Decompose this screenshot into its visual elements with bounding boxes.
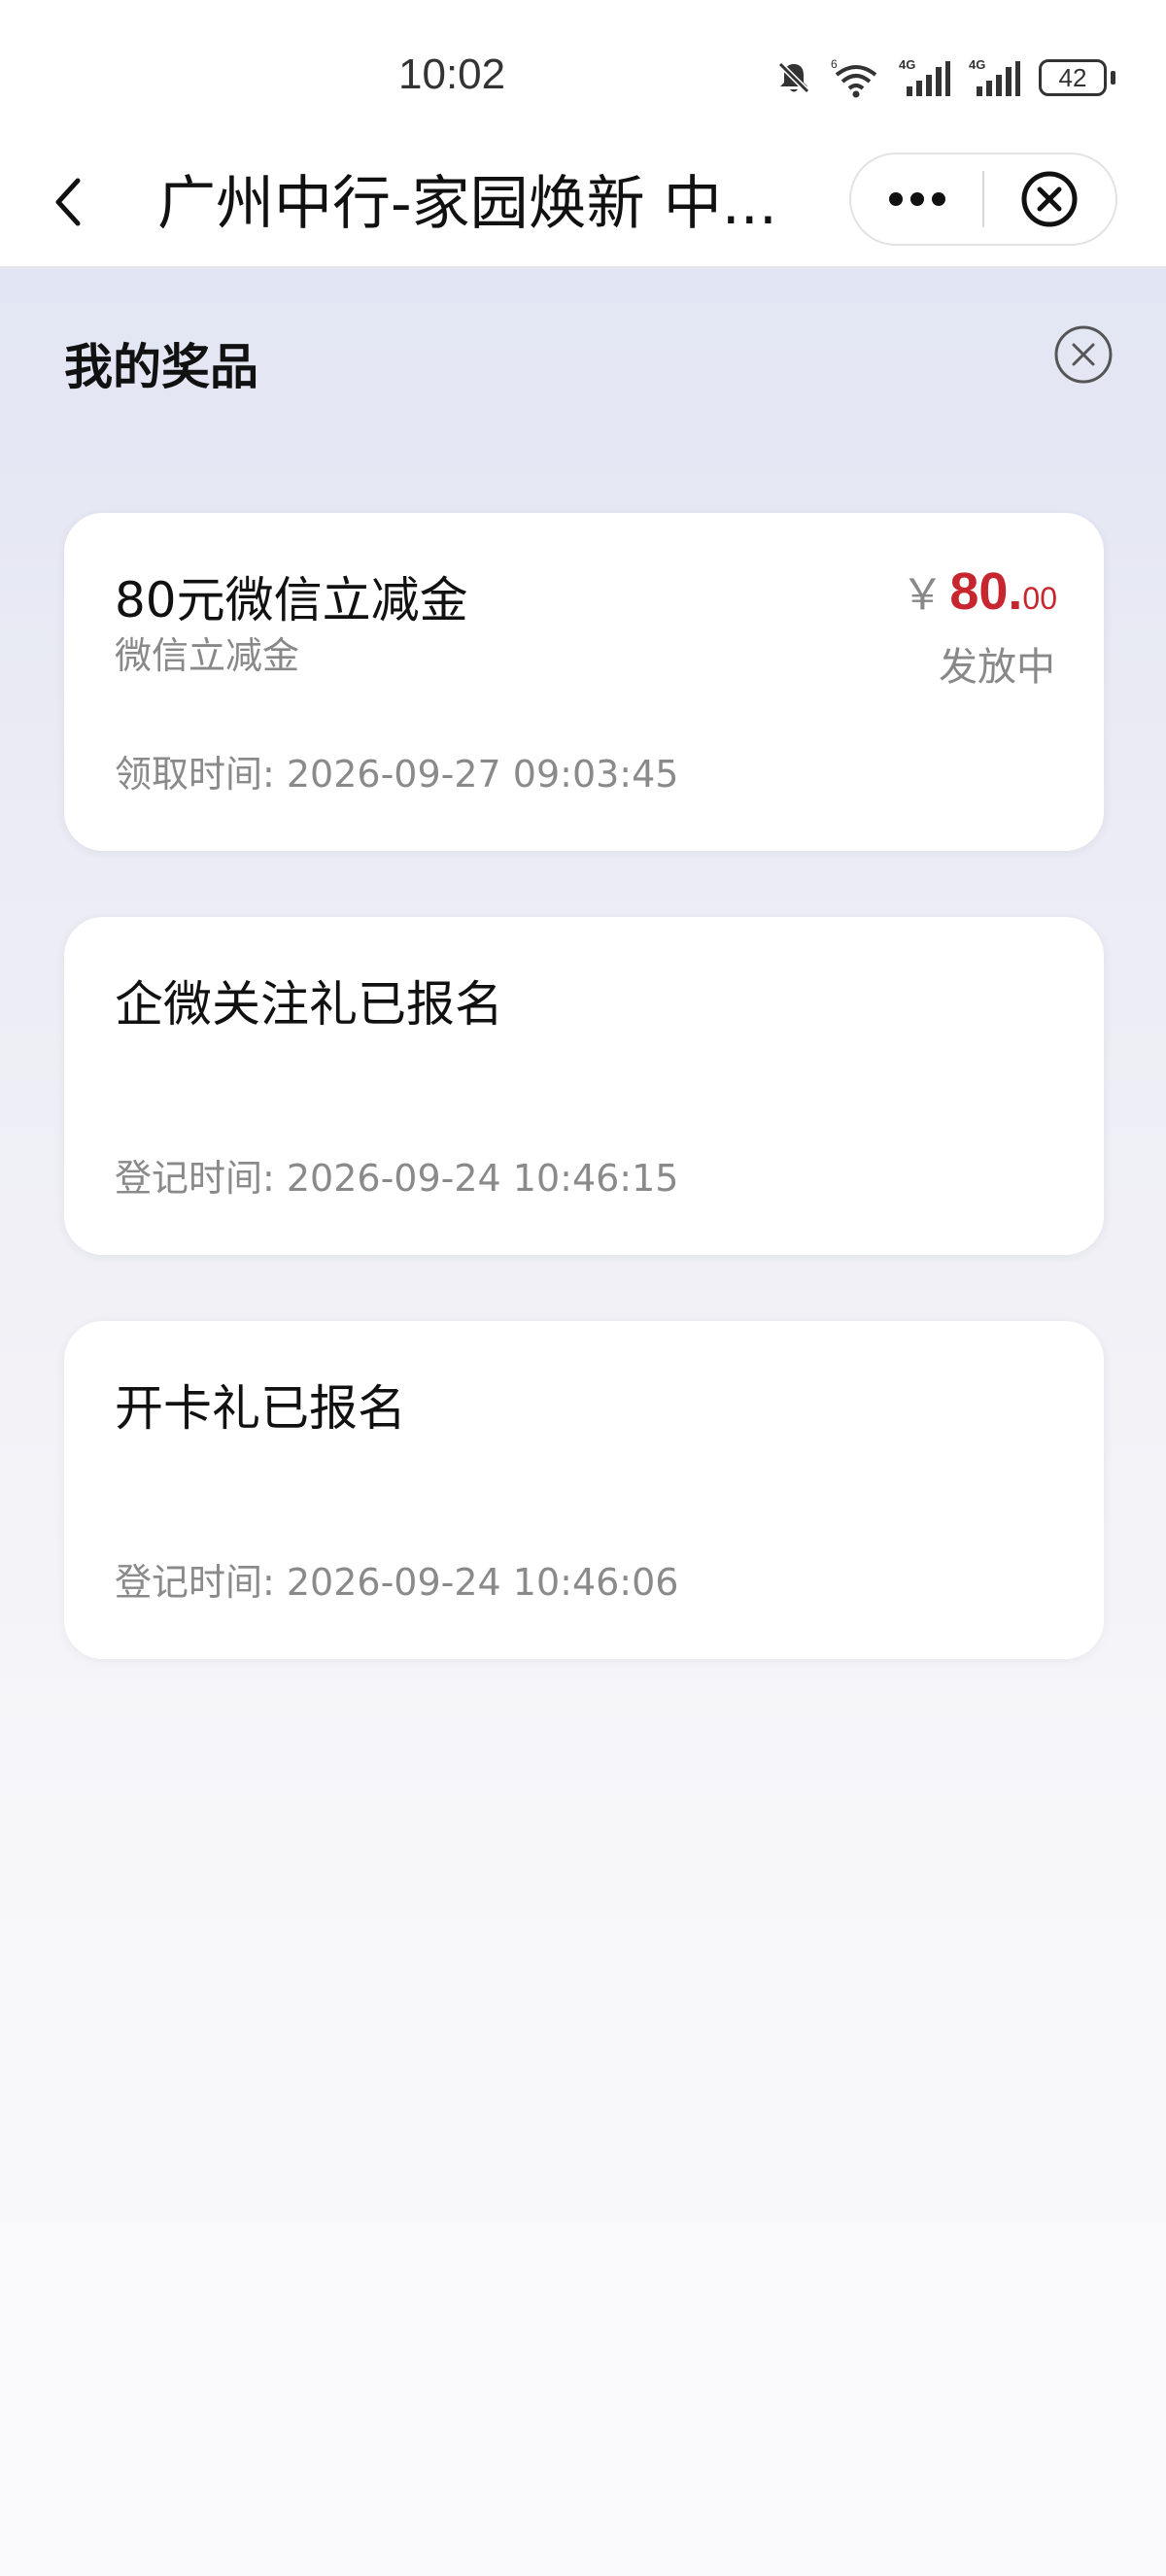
status-icons: 6 4G 4G 42 [774,54,1115,101]
close-circle-icon [1021,171,1078,227]
page-title: 我的奖品 [64,339,258,395]
wifi-icon: 6 [831,57,877,98]
price-decimal: 00 [1022,581,1057,616]
back-button[interactable] [37,171,99,233]
status-bar: 10:02 6 4G 4G 42 [0,0,1166,136]
nav-bar: 广州中行-家园焕新 中... [0,136,1166,268]
battery-tip [1111,71,1115,85]
network-type-label: 4G [899,57,915,72]
battery-level: 42 [1039,59,1107,96]
more-dots-icon [888,192,945,206]
prize-title: 80元微信立减金 [115,572,468,628]
more-button[interactable] [851,154,982,244]
price-integer: 80. [949,562,1023,621]
bell-off-icon [777,61,810,94]
prize-subtitle: 微信立减金 [115,634,300,677]
prize-time: 登记时间: 2026-09-24 10:46:06 [115,1561,679,1604]
signal-bars-icon: 4G [899,57,950,96]
prize-title: 开卡礼已报名 [115,1380,406,1437]
network-type-label: 4G [969,57,985,72]
prize-time: 登记时间: 2026-09-24 10:46:15 [115,1157,679,1200]
chevron-left-icon [55,178,81,226]
mini-program-capsule [849,153,1117,246]
prize-card[interactable]: 80元微信立减金 微信立减金 ￥ 80.00 发放中 领取时间: 2026-09-… [64,513,1104,851]
status-time: 10:02 [398,51,506,98]
battery-icon: 42 [1039,59,1115,96]
close-circle-icon[interactable] [1053,324,1114,385]
close-mini-program-button[interactable] [984,154,1115,244]
wifi-generation-label: 6 [831,57,838,71]
currency-symbol: ￥ [901,571,944,619]
signal-bars-icon: 4G [969,57,1020,96]
prize-status: 发放中 [939,645,1055,690]
prize-time: 领取时间: 2026-09-27 09:03:45 [115,753,679,796]
prize-card[interactable]: 开卡礼已报名 登记时间: 2026-09-24 10:46:06 [64,1321,1104,1659]
prize-panel: 我的奖品 80元微信立减金 微信立减金 ￥ 80.00 发放中 领取时间: 202… [0,268,1166,2576]
prize-card[interactable]: 企微关注礼已报名 登记时间: 2026-09-24 10:46:15 [64,917,1104,1255]
prize-title: 企微关注礼已报名 [115,976,503,1033]
prize-amount: ￥ 80.00 [901,559,1057,622]
nav-title: 广州中行-家园焕新 中... [157,170,777,238]
